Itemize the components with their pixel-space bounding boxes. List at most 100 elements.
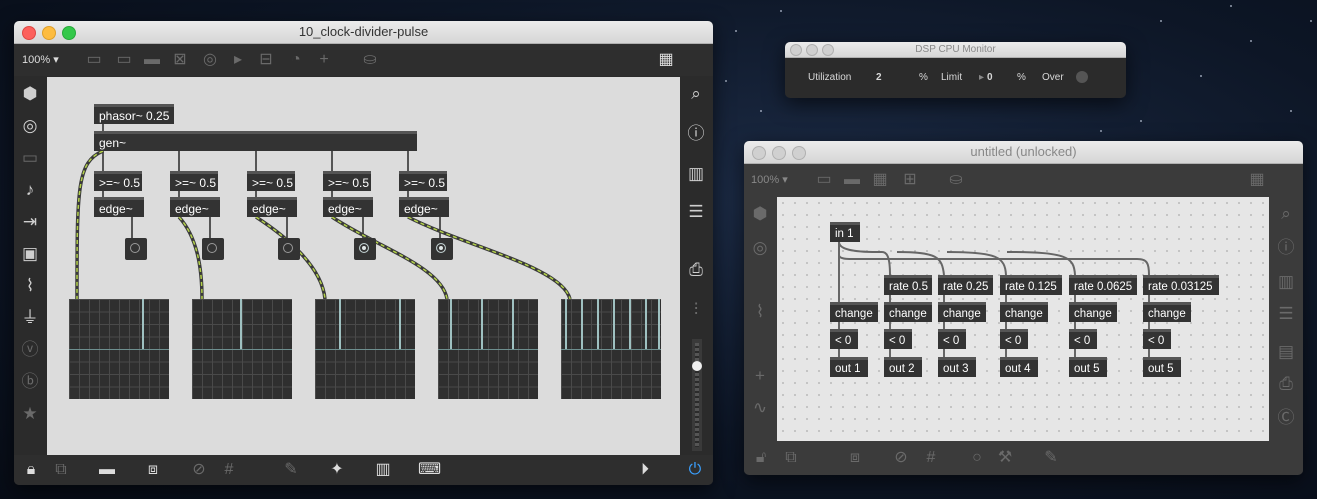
comment-icon[interactable]: ▬ [842,170,862,190]
outlet-object[interactable]: out 5 [1143,357,1181,377]
outlet-object[interactable]: out 2 [884,357,922,377]
info-icon[interactable]: ⓘ [1275,237,1297,259]
transport-play-icon[interactable]: ⏵ [634,459,656,481]
edge-object[interactable]: edge~ [94,197,144,217]
new-view-icon[interactable]: ⧈ [142,459,164,481]
power-icon[interactable]: ⏻ [684,459,706,481]
rate-object[interactable]: rate 0.25 [938,275,993,295]
debug-icon[interactable]: ✎ [1040,447,1062,469]
new-view-icon[interactable]: ⧈ [844,447,866,469]
led-indicator-2[interactable] [202,238,224,260]
unlock-icon[interactable]: 🔓︎ [750,447,772,469]
change-object[interactable]: change [1143,302,1191,322]
limit-number-box[interactable]: 0 [987,72,993,83]
list-icon[interactable]: ☰ [1275,303,1297,325]
volume-meter[interactable] [692,339,702,451]
target-icon[interactable]: ◎ [749,237,771,259]
outlet-object[interactable]: out 3 [938,357,976,377]
rate-object[interactable]: rate 0.0625 [1069,275,1137,295]
reference-icon[interactable]: ▥ [685,163,707,185]
play-object-icon[interactable]: ▸ [228,50,248,70]
console-icon[interactable]: ▬ [96,459,118,481]
presentation-mode-icon[interactable]: ⧉ [780,447,802,469]
star-icon[interactable]: ★ [19,403,41,425]
grid-toggle-icon[interactable]: # [218,459,240,481]
mute-icon[interactable]: ⊘ [890,447,912,469]
code-icon[interactable]: Ⓒ [1275,407,1297,429]
package-icon[interactable]: ⬢ [19,83,41,105]
compare-object[interactable]: < 0 [938,329,966,349]
vizzie-icon[interactable]: ⓥ [19,339,41,361]
compare-object[interactable]: < 0 [830,329,858,349]
compare-object[interactable]: < 0 [1143,329,1171,349]
snapshot-icon[interactable]: ⎙ [685,259,707,281]
change-object[interactable]: change [938,302,986,322]
toggle-icon[interactable]: ⊠ [170,50,190,70]
rate-object[interactable]: rate 0.5 [884,275,932,295]
comparator-object[interactable]: >=~ 0.5 [94,171,142,191]
change-object[interactable]: change [1000,302,1048,322]
zoom-select[interactable]: 100% ▾ [751,173,788,186]
mute-icon[interactable]: ⊘ [188,459,210,481]
outlet-object[interactable]: out 4 [1000,357,1038,377]
list-icon[interactable]: ☰ [685,201,707,223]
add-icon[interactable]: + [749,365,771,387]
info-icon[interactable]: ⓘ [685,123,707,145]
change-object[interactable]: change [884,302,932,322]
inlet-object[interactable]: in 1 [830,222,860,242]
comparator-object[interactable]: >=~ 0.5 [247,171,295,191]
presentation-icon[interactable]: ▭ [84,50,104,70]
comparator-object[interactable]: >=~ 0.5 [323,171,371,191]
debug-icon[interactable]: ✎ [280,459,302,481]
led-indicator-1[interactable] [125,238,147,260]
wrench-icon[interactable]: ✦ [326,459,348,481]
book-icon[interactable]: ▤ [1275,341,1297,363]
hammer-icon[interactable]: ⚒ [994,447,1016,469]
dial-icon[interactable]: ◔ [286,50,306,70]
keyboard-icon[interactable]: ⌨ [418,459,441,481]
bpatcher-icon[interactable]: ▦ [870,170,890,190]
edge-object[interactable]: edge~ [323,197,373,217]
image-icon[interactable]: ▣ [19,243,41,265]
compare-object[interactable]: < 0 [884,329,912,349]
comparator-object[interactable]: >=~ 0.5 [399,171,447,191]
plug-icon[interactable]: ⏚ [19,307,41,329]
slider-icon[interactable]: ⊟ [256,50,276,70]
message-box-icon[interactable]: ▭ [114,50,134,70]
paint-bucket-icon[interactable]: ⛀ [946,170,966,190]
patcher-canvas[interactable]: in 1 rate 0.5 rate 0.25 rate 0.125 rate … [777,197,1269,441]
edge-object[interactable]: edge~ [247,197,297,217]
grid-icon[interactable]: ▦ [1247,170,1267,190]
mixer-icon[interactable]: ⫶ [685,299,707,321]
grid-toggle-icon[interactable]: # [920,447,942,469]
gen-object[interactable]: gen~ [94,131,417,151]
panel-icon[interactable]: ▭ [19,147,41,169]
rate-object[interactable]: rate 0.125 [1000,275,1062,295]
comment-icon[interactable]: ▬ [142,50,162,70]
grid-icon[interactable]: ▦ [656,50,676,70]
package-icon[interactable]: ⬢ [749,203,771,225]
piano-icon[interactable]: ▥ [372,459,394,481]
patcher-canvas[interactable]: phasor~ 0.25 gen~ >=~ 0.5 >=~ 0.5 >=~ 0.… [47,77,680,455]
beap-icon[interactable]: ⓑ [19,371,41,393]
button-object-icon[interactable]: ◎ [200,50,220,70]
snapshot-icon[interactable]: ⎙ [1275,373,1297,395]
change-object[interactable]: change [1069,302,1117,322]
music-note-icon[interactable]: ♪ [19,179,41,201]
limit-arrow-icon[interactable]: ▸ [979,72,984,83]
outlet-object[interactable]: out 5 [1069,357,1107,377]
change-object[interactable]: change [830,302,878,322]
zoom-select[interactable]: 100% ▾ [22,53,59,66]
search-icon[interactable]: ⌕ [1275,203,1297,225]
rate-object[interactable]: rate 0.03125 [1143,275,1219,295]
search-icon[interactable]: ⌕ [685,83,707,105]
led-indicator-3[interactable] [278,238,300,260]
playlist-icon[interactable]: ⇥ [19,211,41,233]
circle-icon[interactable]: ○ [966,447,988,469]
paint-bucket-icon[interactable]: ⛀ [360,50,380,70]
paperclip-icon[interactable]: ⌇ [749,301,771,323]
outlet-object[interactable]: out 1 [830,357,868,377]
reference-icon[interactable]: ▥ [1275,271,1297,293]
waveform-icon[interactable]: ∿ [749,397,771,419]
comparator-object[interactable]: >=~ 0.5 [170,171,218,191]
